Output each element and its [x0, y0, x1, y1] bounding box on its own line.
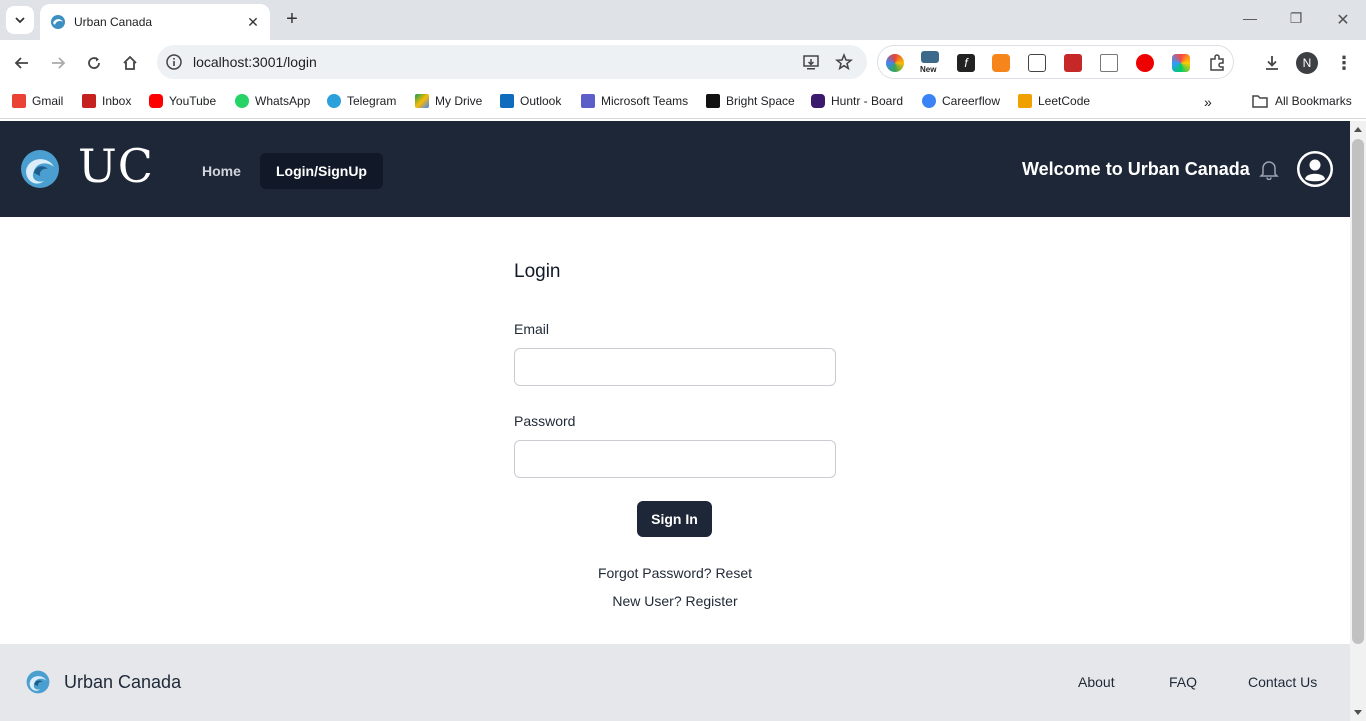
notification-bell-icon[interactable]: [1258, 158, 1280, 180]
app-header: UC Home Login/SignUp Welcome to Urban Ca…: [0, 121, 1350, 217]
extensions-puzzle-icon[interactable]: [1208, 54, 1226, 72]
outlook-icon: [500, 94, 514, 108]
bookmark-careerflow[interactable]: Careerflow: [922, 94, 1000, 108]
tab-title: Urban Canada: [74, 15, 153, 29]
sign-in-button[interactable]: Sign In: [637, 501, 712, 537]
extension-new-icon[interactable]: [921, 51, 939, 63]
forgot-password-link[interactable]: Forgot Password? Reset: [514, 565, 836, 581]
logo-text[interactable]: UC: [78, 139, 154, 193]
restore-icon[interactable]: ❐: [1286, 10, 1306, 27]
scrollbar-thumb[interactable]: [1352, 139, 1364, 644]
footer-logo-icon: [26, 670, 50, 694]
install-app-icon[interactable]: [802, 53, 820, 71]
browser-tab[interactable]: Urban Canada ✕: [40, 4, 270, 40]
bookmarks-bar: Gmail Inbox YouTube WhatsApp Telegram My…: [0, 86, 1366, 119]
extension-upload-icon[interactable]: [1028, 54, 1046, 72]
huntr-icon: [811, 94, 825, 108]
user-account-icon[interactable]: [1296, 150, 1334, 188]
inbox-icon: [82, 94, 96, 108]
folder-icon: [1252, 95, 1268, 108]
login-title: Login: [514, 261, 561, 282]
bookmark-inbox[interactable]: Inbox: [82, 94, 131, 108]
bookmark-star-icon[interactable]: [835, 53, 853, 71]
more-bookmarks-icon[interactable]: »: [1204, 94, 1212, 110]
extension-formula-icon[interactable]: f: [957, 54, 975, 72]
urban-canada-logo-icon[interactable]: [20, 149, 60, 189]
bookmark-leetcode[interactable]: LeetCode: [1018, 94, 1090, 108]
leetcode-icon: [1018, 94, 1032, 108]
scroll-down-icon[interactable]: [1354, 710, 1362, 715]
all-bookmarks-folder[interactable]: All Bookmarks: [1252, 94, 1352, 108]
address-bar[interactable]: localhost:3001/login: [157, 45, 867, 79]
url-text: localhost:3001/login: [193, 54, 317, 70]
tab-search-button[interactable]: [6, 6, 34, 34]
browser-toolbar: localhost:3001/login New f N ⋮: [0, 40, 1366, 86]
footer-faq-link[interactable]: FAQ: [1169, 674, 1197, 690]
browser-menu-icon[interactable]: ⋮: [1332, 51, 1356, 75]
extensions-area: New f: [877, 45, 1234, 79]
bookmark-telegram[interactable]: Telegram: [327, 94, 396, 108]
new-tab-button[interactable]: +: [282, 9, 302, 29]
teams-icon: [581, 94, 595, 108]
youtube-icon: [149, 94, 163, 108]
footer-brand: Urban Canada: [64, 672, 182, 692]
welcome-text: Welcome to Urban Canada: [1022, 159, 1250, 179]
careerflow-icon: [922, 94, 936, 108]
bookmark-whatsapp[interactable]: WhatsApp: [235, 94, 310, 108]
browser-tab-strip: Urban Canada ✕ + — ❐ ✕: [0, 0, 1366, 40]
nav-home-link[interactable]: Home: [186, 153, 257, 189]
register-link[interactable]: New User? Register: [514, 593, 836, 609]
telegram-icon: [327, 94, 341, 108]
email-label: Email: [514, 321, 550, 337]
footer-about-link[interactable]: About: [1078, 674, 1115, 690]
extension-grid-icon[interactable]: [1172, 54, 1190, 72]
google-drive-icon: [415, 94, 429, 108]
nav-login-signup-link[interactable]: Login/SignUp: [260, 153, 383, 189]
close-window-icon[interactable]: ✕: [1333, 10, 1353, 30]
new-badge: New: [920, 65, 937, 74]
home-icon[interactable]: [118, 51, 142, 75]
password-field[interactable]: [514, 440, 836, 478]
web-page: UC Home Login/SignUp Welcome to Urban Ca…: [0, 121, 1350, 721]
extension-c-icon[interactable]: [1100, 54, 1118, 72]
whatsapp-icon: [235, 94, 249, 108]
bookmark-huntr[interactable]: Huntr - Board: [811, 94, 903, 108]
site-info-icon[interactable]: [165, 53, 183, 71]
metamask-icon[interactable]: [992, 54, 1010, 72]
page-scrollbar[interactable]: [1350, 121, 1366, 721]
close-tab-icon[interactable]: ✕: [244, 13, 262, 31]
bookmark-youtube[interactable]: YouTube: [149, 94, 216, 108]
chevron-down-icon: [15, 17, 25, 24]
forward-icon[interactable]: [46, 51, 70, 75]
extension-red-icon[interactable]: [1064, 54, 1082, 72]
gmail-icon: [12, 94, 26, 108]
d2l-icon: [706, 94, 720, 108]
bookmark-gmail[interactable]: Gmail: [12, 94, 63, 108]
profile-avatar[interactable]: N: [1296, 52, 1318, 74]
urban-canada-favicon-icon: [51, 15, 65, 29]
back-icon[interactable]: [10, 51, 34, 75]
password-label: Password: [514, 413, 576, 429]
bookmark-bright-space[interactable]: Bright Space: [706, 94, 795, 108]
extension-color-icon[interactable]: [886, 54, 904, 72]
email-field[interactable]: [514, 348, 836, 386]
extension-stop-icon[interactable]: [1136, 54, 1154, 72]
reload-icon[interactable]: [82, 51, 106, 75]
downloads-icon[interactable]: [1260, 51, 1284, 75]
app-footer: Urban Canada About FAQ Contact Us: [0, 644, 1350, 721]
bookmark-microsoft-teams[interactable]: Microsoft Teams: [581, 94, 688, 108]
minimize-icon[interactable]: —: [1240, 10, 1260, 26]
bookmark-outlook[interactable]: Outlook: [500, 94, 561, 108]
footer-contact-link[interactable]: Contact Us: [1248, 674, 1317, 690]
scroll-up-icon[interactable]: [1354, 127, 1362, 132]
bookmark-my-drive[interactable]: My Drive: [415, 94, 482, 108]
